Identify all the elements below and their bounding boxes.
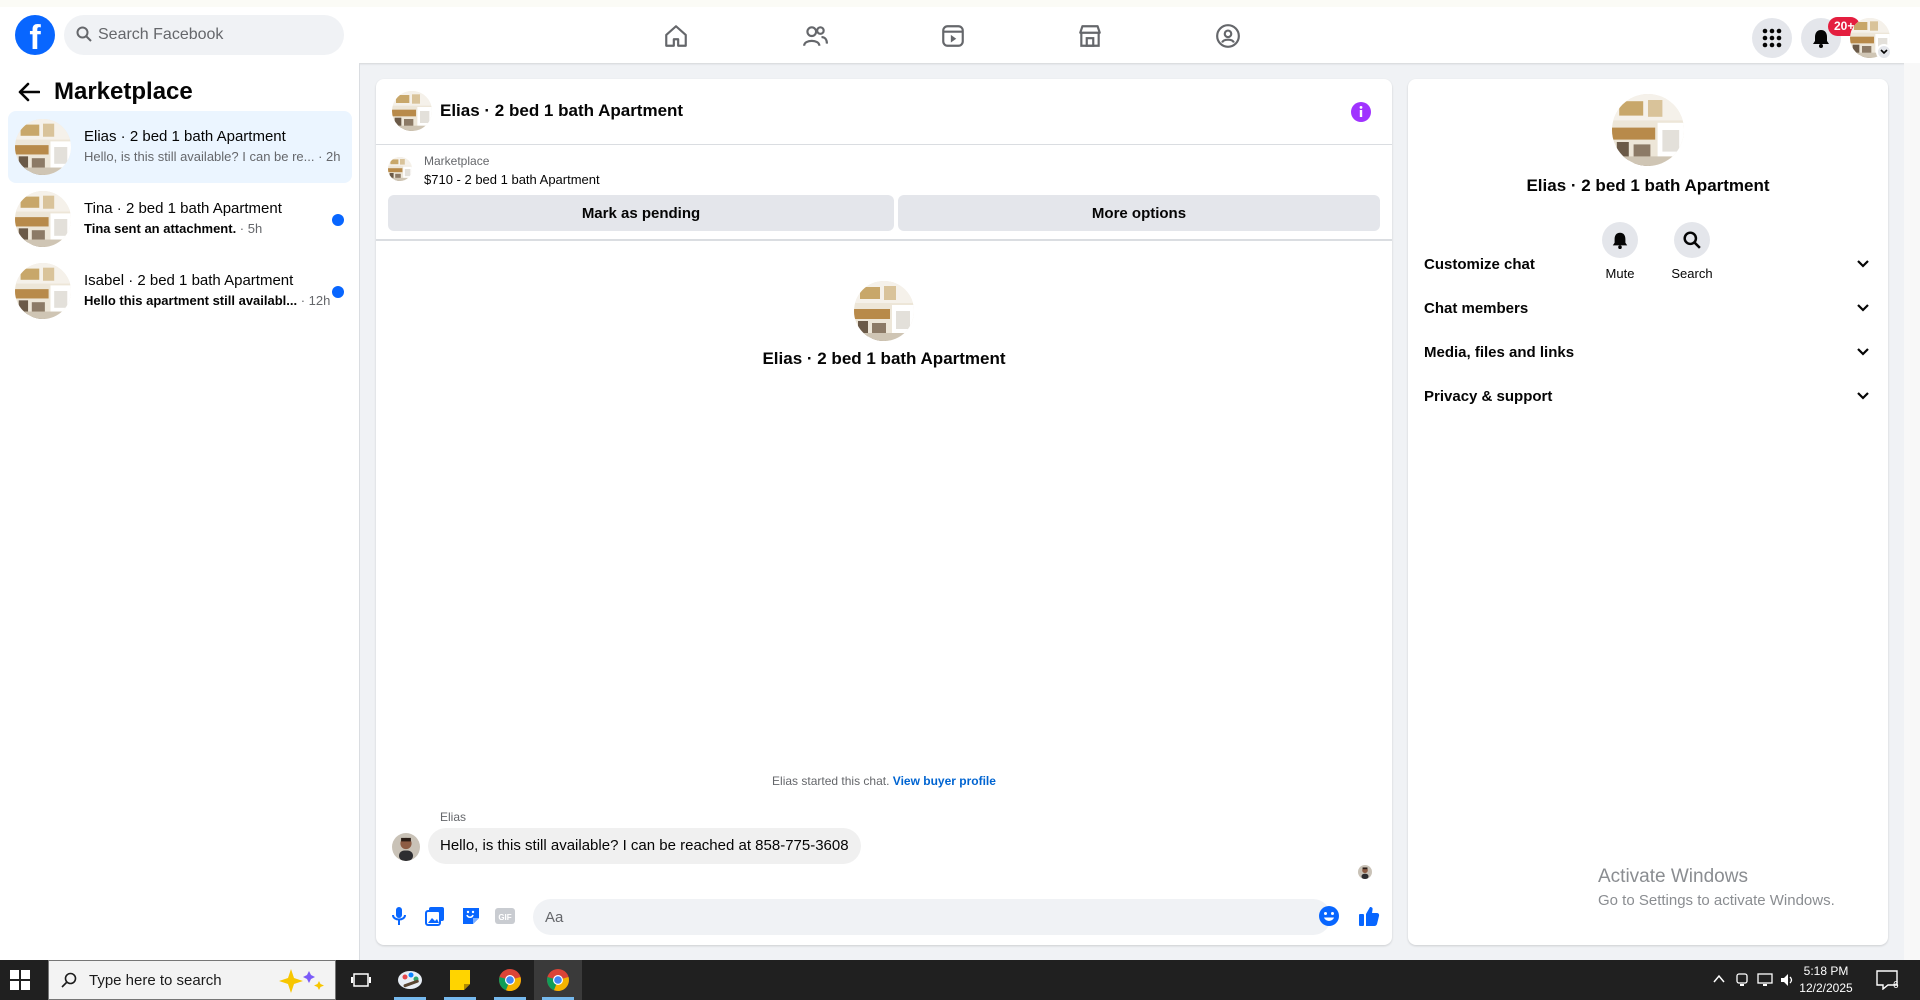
conversation-snippet: Hello, is this still available? I can be… [84, 149, 341, 164]
taskbar-search-box[interactable]: Type here to search [48, 960, 336, 1000]
gif-icon[interactable]: GIF [494, 905, 516, 927]
chevron-down-icon [1857, 304, 1869, 312]
message-sender-name: Elias [440, 810, 467, 824]
details-avatar[interactable] [1612, 94, 1684, 166]
search-icon [61, 972, 77, 988]
details-name: Elias · 2 bed 1 bath Apartment [1526, 176, 1770, 195]
privacy-support-section[interactable]: Privacy & support [1424, 376, 1872, 416]
windows-taskbar: Type here to search 5:18 PM 12/2/2025 6 [0, 960, 1920, 1000]
info-icon[interactable] [1350, 101, 1372, 123]
back-arrow-icon[interactable] [18, 82, 40, 102]
seen-avatar [1358, 865, 1372, 879]
friends-icon[interactable] [800, 21, 830, 51]
conversation-item-tina[interactable]: Tina · 2 bed 1 bath Apartment Tina sent … [8, 183, 352, 255]
chevron-down-icon[interactable] [1876, 44, 1892, 60]
listing-thumbnail[interactable] [388, 157, 412, 181]
chat-window: Elias · 2 bed 1 bath Apartment Marketpla… [376, 79, 1392, 945]
chevron-up-icon[interactable] [1712, 972, 1726, 986]
media-files-links-section[interactable]: Media, files and links [1424, 332, 1872, 372]
notification-count: 6 [1893, 980, 1899, 991]
conversation-avatar [15, 119, 71, 175]
conversation-item-elias[interactable]: Elias · 2 bed 1 bath Apartment Hello, is… [8, 111, 352, 183]
home-icon[interactable] [661, 21, 691, 51]
sticky-notes-icon[interactable] [436, 960, 484, 1000]
message-composer: GIF [376, 897, 1392, 937]
facebook-search-box[interactable] [64, 15, 344, 55]
search-icon [76, 26, 92, 42]
task-view-icon[interactable] [337, 960, 385, 1000]
sticker-icon[interactable] [460, 905, 482, 927]
intro-name: Elias · 2 bed 1 bath Apartment [762, 349, 1006, 368]
taskbar-clock[interactable]: 5:18 PM 12/2/2025 [1786, 963, 1866, 997]
microphone-icon[interactable] [388, 905, 410, 927]
unread-dot [332, 214, 344, 226]
listing-banner: Marketplace $710 - 2 bed 1 bath Apartmen… [376, 145, 1392, 241]
conversation-avatar [15, 263, 71, 319]
chat-started-notice: Elias started this chat. View buyer prof… [772, 774, 996, 788]
view-buyer-profile-link[interactable]: View buyer profile [893, 774, 996, 788]
listing-title[interactable]: $710 - 2 bed 1 bath Apartment [424, 172, 600, 187]
conversation-name: Elias · 2 bed 1 bath Apartment [84, 128, 286, 145]
menu-grid-icon[interactable] [1752, 18, 1792, 58]
conversation-name: Tina · 2 bed 1 bath Apartment [84, 200, 282, 217]
emoji-icon[interactable] [1318, 905, 1340, 927]
message-input[interactable] [533, 899, 1331, 935]
chrome-icon[interactable] [486, 960, 534, 1000]
chat-title[interactable]: Elias · 2 bed 1 bath Apartment [440, 101, 683, 121]
intro-avatar [854, 281, 914, 341]
unread-dot [332, 286, 344, 298]
sidebar-title: Marketplace [54, 78, 193, 105]
chat-header: Elias · 2 bed 1 bath Apartment [376, 79, 1392, 145]
listing-source: Marketplace [424, 154, 490, 168]
marketplace-icon[interactable] [1075, 21, 1105, 51]
conversation-snippet: Hello this apartment still availabl... ·… [84, 293, 331, 308]
chat-members-section[interactable]: Chat members [1424, 288, 1872, 328]
activate-windows-watermark: Activate Windows Go to Settings to activ… [1598, 866, 1835, 909]
facebook-logo[interactable]: f [15, 15, 55, 55]
chevron-down-icon [1857, 348, 1869, 356]
chevron-down-icon [1857, 392, 1869, 400]
conversation-item-isabel[interactable]: Isabel · 2 bed 1 bath Apartment Hello th… [8, 255, 352, 327]
top-navigation-bar: f 20+ [0, 0, 1920, 63]
chrome-active-icon[interactable] [534, 960, 582, 1000]
thumbs-up-icon[interactable] [1358, 905, 1380, 927]
taskbar-date: 12/2/2025 [1799, 981, 1853, 995]
search-input[interactable] [98, 15, 334, 55]
chat-details-panel: Elias · 2 bed 1 bath Apartment Mute Sear… [1408, 79, 1888, 945]
sidebar-header: Marketplace [18, 78, 193, 106]
chevron-down-icon [1857, 260, 1869, 268]
more-options-button[interactable]: More options [898, 195, 1380, 231]
groups-icon[interactable] [1213, 21, 1243, 51]
customize-chat-section[interactable]: Customize chat [1424, 244, 1872, 284]
conversation-name: Isabel · 2 bed 1 bath Apartment [84, 272, 294, 289]
message-bubble[interactable]: Hello, is this still available? I can be… [428, 828, 861, 864]
taskbar-time: 5:18 PM [1803, 964, 1849, 978]
windows-start-icon[interactable] [10, 970, 30, 990]
mark-as-pending-button[interactable]: Mark as pending [388, 195, 894, 231]
taskbar-search-placeholder: Type here to search [89, 972, 222, 989]
paint-app-icon[interactable] [386, 960, 434, 1000]
svg-text:GIF: GIF [498, 913, 511, 922]
sender-avatar[interactable] [392, 833, 420, 861]
network-icon[interactable] [1756, 972, 1774, 988]
chat-avatar[interactable] [392, 91, 432, 131]
photo-icon[interactable] [424, 905, 446, 927]
page-scrollbar[interactable] [1904, 63, 1920, 960]
conversation-avatar [15, 191, 71, 247]
meet-now-icon[interactable] [1734, 972, 1750, 988]
conversation-snippet: Tina sent an attachment. · 5h [84, 221, 263, 236]
copilot-sparkle-icon[interactable] [271, 967, 329, 995]
video-icon[interactable] [938, 21, 968, 51]
marketplace-inbox-sidebar: Marketplace Elias · 2 bed 1 bath Apartme… [0, 63, 360, 960]
